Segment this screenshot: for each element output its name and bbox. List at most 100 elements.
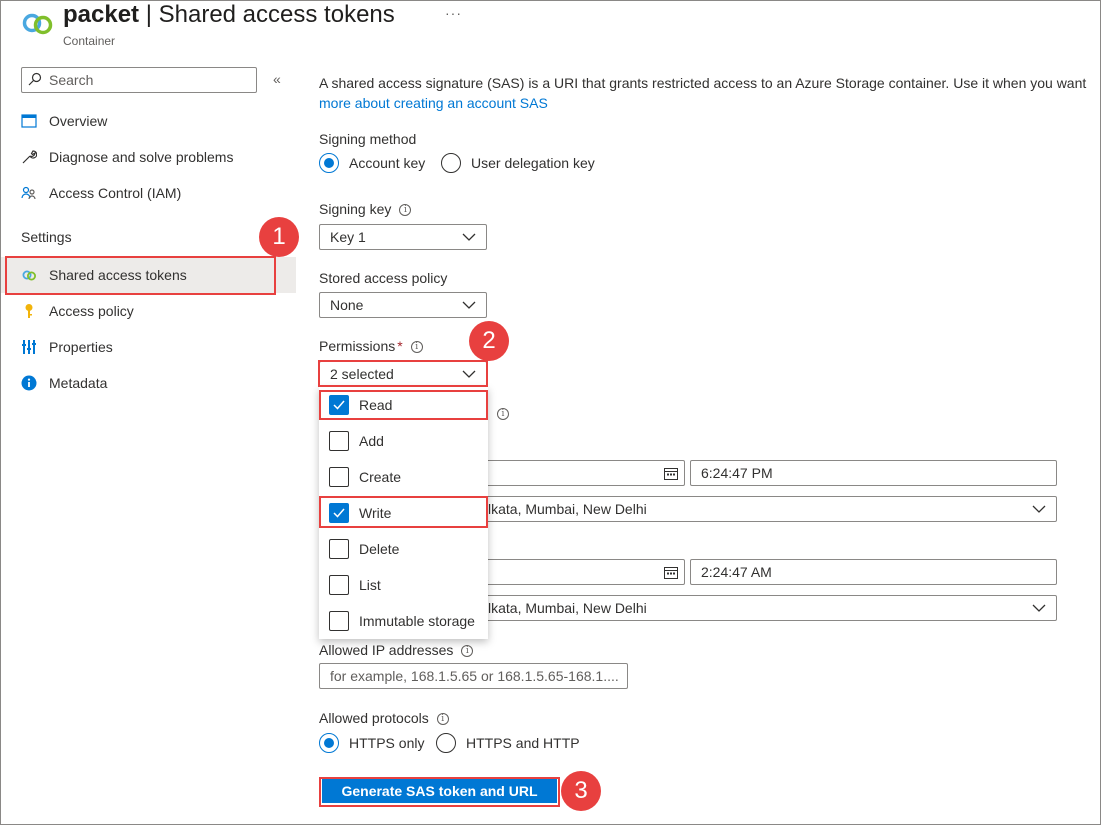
sidebar-item-label: Access policy <box>49 303 134 319</box>
annotation-highlight-generate <box>319 777 560 807</box>
search-placeholder: Search <box>49 72 94 88</box>
start-timezone-dropdown[interactable]: lkata, Mumbai, New Delhi <box>471 496 1057 522</box>
chevron-down-icon <box>462 233 476 241</box>
settings-heading: Settings <box>21 229 72 245</box>
calendar-icon <box>664 468 678 480</box>
signing-method-label: Signing method <box>319 131 417 147</box>
delete-checkbox[interactable] <box>329 539 349 559</box>
info-icon: i <box>410 341 423 354</box>
user-delegation-key-radio[interactable] <box>441 153 461 173</box>
annotation-step-2: 2 <box>469 321 509 361</box>
bars-icon <box>22 340 36 354</box>
page-title-text: Shared access tokens <box>158 1 395 28</box>
annotation-highlight-permissions <box>318 360 488 387</box>
https-only-label: HTTPS only <box>349 735 425 751</box>
option-label: Create <box>359 469 402 485</box>
signing-key-label-text: Signing key <box>319 201 392 217</box>
title-separator: | <box>145 1 152 28</box>
page-title: packet | Shared access tokens <box>63 1 395 29</box>
info-icon: i <box>497 408 509 420</box>
https-and-http-label: HTTPS and HTTP <box>466 735 580 751</box>
immutable-storage-checkbox[interactable] <box>329 611 349 631</box>
annotation-step-1: 1 <box>259 217 299 257</box>
permission-option-delete[interactable]: Delete <box>319 531 488 567</box>
resource-name: packet <box>63 1 140 28</box>
permissions-label: Permissions * i <box>319 338 423 354</box>
expiry-time-value: 2:24:47 AM <box>701 564 772 580</box>
create-checkbox[interactable] <box>329 467 349 487</box>
chevron-down-icon <box>1032 505 1046 513</box>
chevron-down-icon <box>1032 604 1046 612</box>
expiry-time-input[interactable]: 2:24:47 AM <box>690 559 1057 585</box>
allowed-protocols-label: Allowed protocols i <box>319 710 449 726</box>
sidebar-item-label: Properties <box>49 339 113 355</box>
shared-access-logo-icon <box>22 13 53 35</box>
stored-policy-value: None <box>330 297 364 313</box>
signing-key-dropdown[interactable]: Key 1 <box>319 224 487 250</box>
annotation-highlight-read <box>319 390 488 420</box>
permissions-label-text: Permissions <box>319 338 396 354</box>
portal-frame: packet | Shared access tokens Container … <box>0 0 1101 825</box>
annotation-step-3: 3 <box>561 771 601 811</box>
allowed-ip-label: Allowed IP addresses i <box>319 642 474 658</box>
required-marker: * <box>397 338 403 354</box>
permission-option-immutable-storage[interactable]: Immutable storage <box>319 603 488 639</box>
signing-key-value: Key 1 <box>330 229 366 245</box>
sidebar-item-label: Metadata <box>49 375 108 391</box>
people-icon <box>21 186 36 200</box>
start-timezone-value: lkata, Mumbai, New Delhi <box>488 501 647 517</box>
key-icon <box>25 304 33 318</box>
option-label: Immutable storage <box>359 613 475 629</box>
sas-description: A shared access signature (SAS) is a URI… <box>319 73 1100 113</box>
description-text: A shared access signature (SAS) is a URI… <box>319 75 1087 91</box>
sidebar-item-metadata[interactable]: Metadata <box>1 365 296 401</box>
permission-option-add[interactable]: Add <box>319 423 488 459</box>
expiry-timezone-value: lkata, Mumbai, New Delhi <box>488 600 647 616</box>
calendar-icon <box>664 567 678 579</box>
permission-option-list[interactable]: List <box>319 567 488 603</box>
option-label: List <box>359 577 381 593</box>
account-key-radio[interactable] <box>319 153 339 173</box>
expiry-date-input[interactable] <box>471 559 685 585</box>
start-time-value: 6:24:47 PM <box>701 465 773 481</box>
overview-icon <box>21 114 37 128</box>
https-and-http-radio[interactable] <box>436 733 456 753</box>
sidebar-item-label: Diagnose and solve problems <box>49 149 234 165</box>
info-icon <box>21 375 37 391</box>
wrench-icon <box>22 150 37 164</box>
add-checkbox[interactable] <box>329 431 349 451</box>
list-checkbox[interactable] <box>329 575 349 595</box>
user-delegation-key-label: User delegation key <box>471 155 595 171</box>
learn-more-link[interactable]: more about creating an account SAS <box>319 95 548 111</box>
sidebar-item-overview[interactable]: Overview <box>1 103 296 139</box>
account-key-label: Account key <box>349 155 426 171</box>
annotation-highlight-write <box>319 496 488 528</box>
option-label: Add <box>359 433 384 449</box>
stored-access-policy-label: Stored access policy <box>319 270 448 286</box>
start-date-input[interactable] <box>471 460 685 486</box>
expiry-timezone-dropdown[interactable]: lkata, Mumbai, New Delhi <box>471 595 1057 621</box>
sidebar-item-iam[interactable]: Access Control (IAM) <box>1 175 296 211</box>
permission-option-create[interactable]: Create <box>319 459 488 495</box>
sidebar-item-label: Overview <box>49 113 108 129</box>
sidebar-item-properties[interactable]: Properties <box>1 329 296 365</box>
sidebar-item-diagnose[interactable]: Diagnose and solve problems <box>1 139 296 175</box>
info-icon: i <box>461 645 474 658</box>
resource-type: Container <box>63 34 116 48</box>
sidebar-item-access-policy[interactable]: Access policy <box>1 293 296 329</box>
collapse-sidebar-button[interactable]: « <box>273 71 281 87</box>
allowed-ip-input[interactable]: for example, 168.1.5.65 or 168.1.5.65-16… <box>319 663 628 689</box>
sidebar-search-input[interactable]: Search <box>21 67 257 93</box>
sidebar-item-label: Access Control (IAM) <box>49 185 182 201</box>
search-icon <box>28 72 42 86</box>
info-icon: i <box>399 204 412 217</box>
info-icon: i <box>436 713 449 726</box>
allowed-protocols-label-text: Allowed protocols <box>319 710 429 726</box>
more-options-button[interactable]: ··· <box>445 5 462 21</box>
start-time-input[interactable]: 6:24:47 PM <box>690 460 1057 486</box>
stored-access-policy-dropdown[interactable]: None <box>319 292 487 318</box>
https-only-radio[interactable] <box>319 733 339 753</box>
annotation-highlight-shared-access-tokens <box>5 256 276 295</box>
signing-key-label: Signing key i <box>319 201 412 217</box>
allowed-ip-placeholder: for example, 168.1.5.65 or 168.1.5.65-16… <box>330 668 619 684</box>
